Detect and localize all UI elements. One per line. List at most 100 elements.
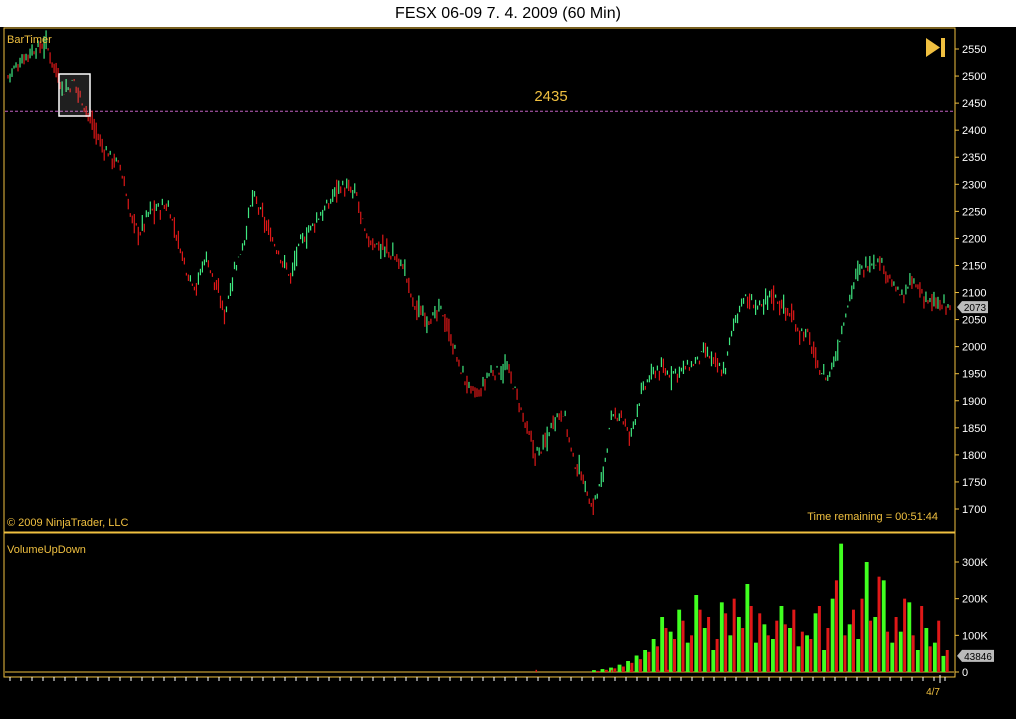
price-tick-label: 1700 <box>962 504 986 516</box>
volume-bar-down <box>928 646 932 672</box>
volume-bar-down <box>937 620 941 672</box>
last-volume-badge: 43846 <box>957 649 994 663</box>
volume-bar-small <box>667 669 669 672</box>
chart-canvas[interactable]: 2550 2500 2450 2400 2350 2300 2250 2200 2150 2100… <box>0 27 1016 719</box>
level-line-label: 2435 <box>534 88 567 105</box>
volume-bar-small <box>610 669 613 672</box>
price-tick-label: 2350 <box>962 152 986 164</box>
volume-tick-label: 100K <box>962 630 988 642</box>
volume-bar-down <box>877 576 881 672</box>
window-title: FESX 06-09 7. 4. 2009 (60 Min) <box>0 0 1016 27</box>
volume-bar-up <box>941 655 946 672</box>
volume-bar-up <box>864 562 869 672</box>
volume-bar-down <box>664 628 668 672</box>
volume-bar-down <box>869 620 873 672</box>
volume-bar-up <box>762 624 767 672</box>
volume-bar-up <box>796 646 801 672</box>
volume-bar-down <box>707 617 711 672</box>
volume-bar-down <box>749 606 753 672</box>
volume-bar-up <box>932 642 937 672</box>
volume-bar-down <box>809 639 813 672</box>
volume-bar-small <box>648 669 651 672</box>
volume-bar-up <box>677 609 682 672</box>
volume-bar-down <box>945 650 949 672</box>
price-tick-label: 2150 <box>962 260 986 272</box>
volume-bar-down <box>834 580 838 672</box>
volume-bar-down <box>596 670 600 672</box>
volume-bar-up <box>634 655 639 672</box>
time-remaining-label: Time remaining = 00:51:44 <box>807 511 938 523</box>
volume-bar-down <box>826 628 830 672</box>
date-label: 4/7 <box>926 687 940 698</box>
volume-bar-down <box>766 635 770 672</box>
copyright-label: © 2009 NinjaTrader, LLC <box>7 517 128 529</box>
volume-bar-up <box>881 580 886 672</box>
volume-bar-down <box>903 598 907 672</box>
volume-bar-up <box>788 628 792 672</box>
price-tick-label: 2550 <box>962 44 986 56</box>
price-tick-label: 2300 <box>962 179 986 191</box>
volume-bar-up <box>719 602 724 672</box>
volume-bar-up <box>626 661 630 672</box>
skip-to-end-icon[interactable] <box>926 38 945 57</box>
volume-bar-up <box>660 617 665 672</box>
price-tick-label: 1950 <box>962 369 986 381</box>
volume-tick-label: 300K <box>962 557 988 569</box>
price-tick-label: 2400 <box>962 125 986 137</box>
volume-bar-down <box>783 624 787 672</box>
volume-bar-up <box>907 602 912 672</box>
price-tick-label: 1800 <box>962 450 986 462</box>
volume-bar-up <box>771 639 775 672</box>
volume-bar-down <box>920 606 924 672</box>
volume-bar-up <box>822 650 826 672</box>
price-tick-label: 2050 <box>962 315 986 327</box>
volume-tick-label: 200K <box>962 594 988 606</box>
volume-bar-up <box>847 624 852 672</box>
volume-bar-up <box>685 642 690 672</box>
volume-bar-down <box>715 639 719 672</box>
volume-bar-down <box>817 606 821 672</box>
volume-bar-up <box>643 650 648 672</box>
volume-bar-down <box>647 651 651 672</box>
volume-bar-down <box>792 609 796 672</box>
volume-bar-down <box>911 635 915 672</box>
volume-bar-up <box>915 650 920 672</box>
volume-bar-down <box>724 613 728 672</box>
chart-window: FESX 06-09 7. 4. 2009 (60 Min) 2550 2500 2… <box>0 0 1016 719</box>
volume-bar-down <box>681 620 685 672</box>
volume-bar-down <box>843 635 847 672</box>
volume-bar-down <box>673 639 676 672</box>
volume-bar-small <box>657 669 660 672</box>
volume-bar-down <box>886 631 890 672</box>
volume-bar-down <box>741 628 745 672</box>
price-tick-label: 1900 <box>962 396 986 408</box>
volume-bar-up <box>753 642 758 672</box>
volume-bar-up <box>898 631 903 672</box>
x-axis-ticks <box>9 675 946 683</box>
volume-bar-down <box>775 620 779 672</box>
volume-bar-up <box>617 664 622 672</box>
last-price-badge: 2073 <box>957 301 988 314</box>
volume-bar-down <box>851 609 855 672</box>
volume-bar-up <box>805 635 809 672</box>
volume-bar-up <box>694 595 699 672</box>
price-series <box>7 30 951 516</box>
volume-bar-down <box>732 598 736 672</box>
last-volume-value: 43846 <box>964 652 992 663</box>
price-tick-label: 1750 <box>962 477 986 489</box>
volume-bar-down <box>621 666 625 672</box>
selection-box[interactable] <box>58 73 91 117</box>
volume-bar-up <box>592 670 596 672</box>
volume-bar-small <box>535 669 538 672</box>
volume-bar-up <box>668 631 673 672</box>
price-tick-label: 1850 <box>962 423 986 435</box>
volume-bar-up <box>813 613 818 672</box>
volume-bar-up <box>736 617 741 672</box>
price-tick-label: 2000 <box>962 342 986 354</box>
volume-bar-down <box>638 659 642 672</box>
last-price-value: 2073 <box>964 303 987 314</box>
volume-tick-label: 0 <box>962 667 968 679</box>
price-tick-label: 2100 <box>962 288 986 300</box>
volume-bar-down <box>698 609 702 672</box>
volume-bar-up <box>873 617 878 672</box>
